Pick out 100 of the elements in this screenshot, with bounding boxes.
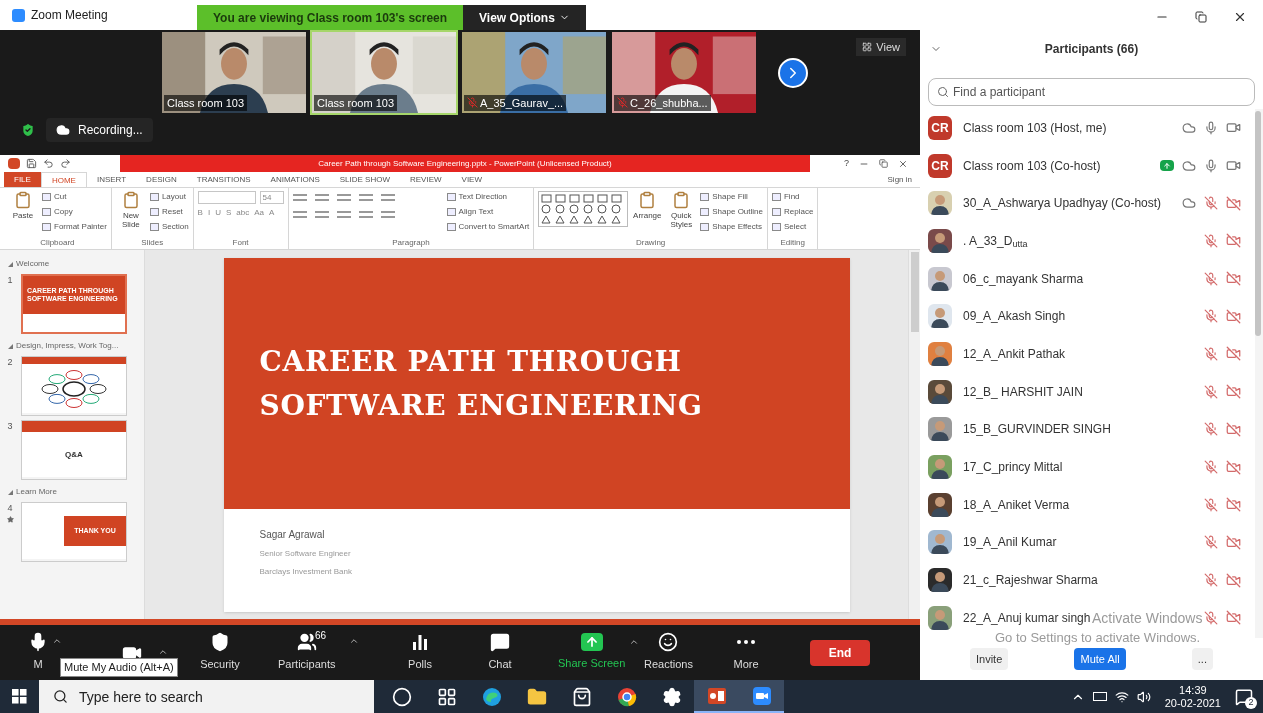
ribbon-menu-item[interactable]: Layout — [149, 191, 189, 203]
video-off-icon[interactable] — [1226, 459, 1241, 475]
ribbon-tab[interactable]: SLIDE SHOW — [329, 172, 400, 187]
video-tile[interactable]: C_26_shubha... — [610, 30, 758, 115]
ribbon-tab[interactable]: REVIEW — [400, 172, 452, 187]
collapse-triangle-icon[interactable] — [8, 343, 13, 349]
toolbar-button[interactable]: More — [724, 632, 768, 673]
panel-button[interactable]: ... — [1191, 648, 1213, 670]
search-field[interactable]: Find a participant — [928, 78, 1255, 106]
taskbar-search-field[interactable]: Type here to search — [39, 680, 374, 713]
scrollbar[interactable] — [908, 250, 920, 619]
collapse-triangle-icon[interactable] — [8, 261, 13, 267]
muted-microphone-icon[interactable] — [1204, 346, 1218, 361]
speaker-icon[interactable] — [1136, 689, 1151, 704]
muted-microphone-icon[interactable] — [1204, 497, 1218, 512]
video-off-icon[interactable] — [1226, 610, 1241, 626]
notification-icon[interactable] — [1235, 687, 1253, 706]
ribbon-tab[interactable]: ANIMATIONS — [260, 172, 330, 187]
format-button[interactable]: Aa — [254, 209, 264, 217]
ribbon-tab[interactable]: FILE — [4, 172, 41, 187]
ribbon-menu-item[interactable]: Align Text — [446, 206, 530, 218]
ribbon-menu-item[interactable]: Copy — [42, 206, 107, 218]
toolbar-button[interactable]: M — [28, 632, 48, 673]
ribbon-button[interactable]: New Slide — [115, 191, 146, 229]
microphone-icon[interactable] — [1204, 158, 1218, 173]
video-off-icon[interactable] — [1226, 534, 1241, 550]
slide-thumbnail[interactable]: Q&A — [21, 420, 127, 480]
section-title[interactable]: Learn More — [16, 486, 57, 498]
edge-icon[interactable] — [481, 686, 502, 707]
battery-icon[interactable] — [1092, 692, 1107, 701]
slides-app-icon[interactable] — [706, 685, 727, 706]
toolbar-button[interactable]: Chat — [478, 632, 522, 673]
folder-icon[interactable] — [526, 686, 547, 707]
toolbar-button[interactable]: 66 Participants — [278, 632, 336, 673]
sign-in-link[interactable]: Sign in — [887, 173, 920, 186]
save-icon[interactable] — [26, 158, 37, 169]
view-options-button[interactable]: View Options — [463, 5, 586, 30]
settings-icon[interactable] — [661, 686, 682, 707]
video-tile[interactable]: A_35_Gaurav_... — [460, 30, 608, 115]
toolbar-button[interactable]: Polls — [398, 632, 442, 673]
format-button[interactable]: abc — [236, 209, 250, 217]
next-page-button[interactable] — [778, 58, 808, 88]
ribbon-menu-item[interactable]: Shape Fill — [700, 191, 763, 203]
ribbon-tab[interactable]: INSERT — [86, 172, 137, 187]
muted-microphone-icon[interactable] — [1204, 573, 1218, 588]
ribbon-menu-item[interactable]: Convert to SmartArt — [446, 221, 530, 233]
section-title[interactable]: Welcome — [16, 258, 50, 270]
panel-button[interactable]: Mute All — [1074, 648, 1126, 670]
zoom-camera-icon[interactable] — [751, 685, 772, 706]
undo-icon[interactable] — [43, 158, 54, 169]
toolbar-button[interactable]: Security — [198, 632, 242, 673]
ribbon-menu-item[interactable]: Text Direction — [446, 191, 530, 203]
ribbon-button[interactable]: Quick Styles — [666, 191, 697, 229]
ribbon-menu-item[interactable]: Reset — [149, 206, 189, 218]
section-title[interactable]: Design, Impress, Work Tog... — [16, 340, 119, 352]
restore-icon[interactable] — [1195, 11, 1207, 23]
format-button[interactable]: A — [269, 209, 275, 217]
ribbon-button[interactable]: Paste — [8, 191, 38, 220]
chrome-icon[interactable] — [616, 686, 637, 707]
video-off-icon[interactable] — [1226, 346, 1241, 362]
ribbon-button[interactable]: Arrange — [632, 191, 663, 220]
wifi-icon[interactable] — [1114, 689, 1129, 704]
muted-microphone-icon[interactable] — [1204, 196, 1218, 211]
redo-icon[interactable] — [60, 158, 71, 169]
toolbar-button[interactable]: Reactions — [644, 632, 693, 673]
ribbon-menu-item[interactable]: Format Painter — [42, 221, 107, 233]
format-button[interactable]: B — [197, 209, 203, 217]
restore-icon[interactable] — [879, 159, 888, 168]
circle-icon[interactable] — [391, 686, 412, 707]
video-off-icon[interactable] — [1226, 497, 1241, 513]
muted-microphone-icon[interactable] — [1204, 460, 1218, 475]
close-icon[interactable] — [898, 158, 908, 169]
video-off-icon[interactable] — [1226, 421, 1241, 437]
video-off-icon[interactable] — [1226, 233, 1241, 249]
ribbon-menu-item[interactable]: Section — [149, 221, 189, 233]
video-tile[interactable]: Class room 103 — [160, 30, 308, 115]
video-off-icon[interactable] — [1226, 384, 1241, 400]
video-off-icon[interactable] — [1226, 195, 1241, 211]
collapse-triangle-icon[interactable] — [8, 489, 13, 495]
panel-button[interactable]: Invite — [970, 648, 1009, 670]
view-button[interactable]: View — [856, 38, 906, 56]
ribbon-tab[interactable]: VIEW — [451, 172, 492, 187]
muted-microphone-icon[interactable] — [1204, 384, 1218, 399]
microphone-icon[interactable] — [1204, 120, 1218, 135]
muted-microphone-icon[interactable] — [1204, 271, 1218, 286]
help-button[interactable]: ? — [844, 156, 849, 171]
end-button[interactable]: End — [810, 639, 870, 666]
muted-microphone-icon[interactable] — [1204, 233, 1218, 248]
video-off-icon[interactable] — [1226, 572, 1241, 588]
format-button[interactable]: S — [225, 209, 232, 217]
task-view-icon[interactable] — [436, 686, 457, 707]
muted-microphone-icon[interactable] — [1204, 535, 1218, 550]
toolbar-button[interactable]: Share Screen — [558, 633, 626, 672]
windows-logo-icon[interactable] — [12, 689, 27, 704]
ribbon-menu-item[interactable]: Find — [772, 191, 814, 203]
ribbon-tab[interactable]: TRANSITIONS — [186, 172, 261, 187]
font-name-field[interactable] — [197, 191, 256, 204]
muted-microphone-icon[interactable] — [1204, 309, 1218, 324]
ribbon-tab[interactable]: HOME — [40, 172, 87, 187]
format-button[interactable]: I — [207, 209, 211, 217]
